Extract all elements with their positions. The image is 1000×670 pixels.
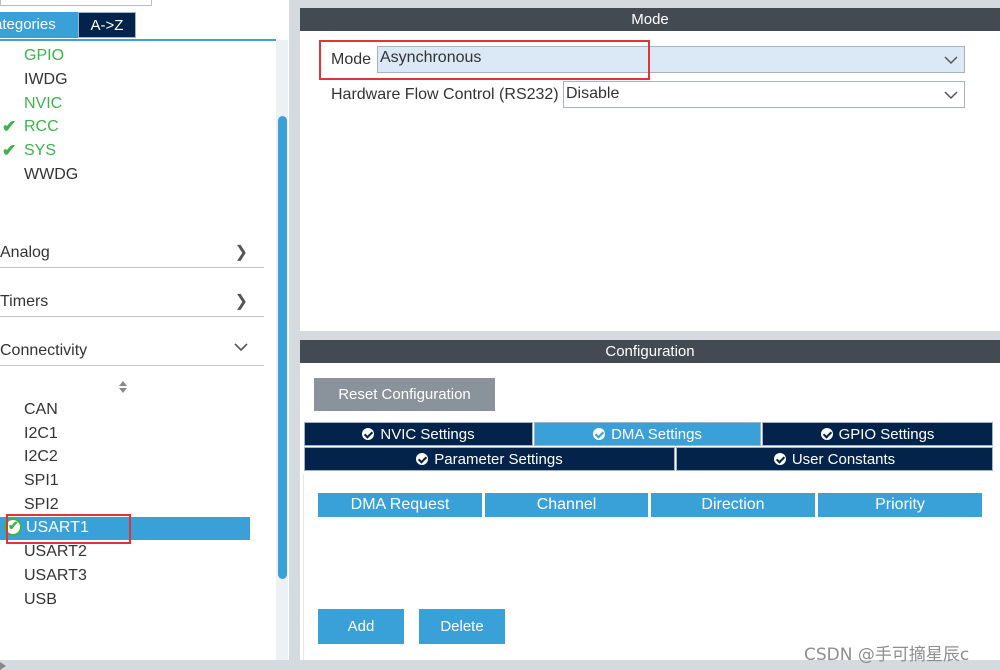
configuration-section-title: Configuration <box>300 340 1000 363</box>
tab-categories[interactable]: ategories <box>0 12 78 38</box>
highlight-box <box>6 514 131 544</box>
check-icon: ✔ <box>2 141 17 160</box>
check-circle-icon <box>416 453 429 465</box>
tab-label: Parameter Settings <box>434 451 563 468</box>
tab-a-z[interactable]: A->Z <box>78 12 136 38</box>
category-label: Timers <box>0 293 49 310</box>
column-header-dma-request[interactable]: DMA Request <box>318 493 482 517</box>
delete-button[interactable]: Delete <box>419 609 505 644</box>
divider <box>0 316 264 317</box>
tree-item-sys[interactable]: SYS <box>24 140 56 162</box>
tree-item-gpio[interactable]: GPIO <box>24 45 64 67</box>
search-field[interactable] <box>0 0 152 6</box>
tab-dma-settings[interactable]: DMA Settings <box>534 422 761 446</box>
highlight-box <box>319 40 650 80</box>
panel-gap <box>300 0 1000 8</box>
scroll-left-icon[interactable] <box>0 662 6 670</box>
tab-label: DMA Settings <box>611 426 702 443</box>
tree-item-usb[interactable]: USB <box>24 589 57 611</box>
chevron-down-icon <box>944 91 958 100</box>
tree-item-rcc[interactable]: RCC <box>24 116 59 138</box>
tab-user-constants[interactable]: User Constants <box>676 447 993 471</box>
check-icon: ✔ <box>2 117 17 136</box>
mode-section-title: Mode <box>300 8 1000 31</box>
tab-gpio-settings[interactable]: GPIO Settings <box>762 422 993 446</box>
column-header-direction[interactable]: Direction <box>651 493 815 517</box>
add-button[interactable]: Add <box>318 609 404 644</box>
category-analog[interactable]: Analog ❯ <box>0 241 264 265</box>
hfc-dropdown-value: Disable <box>566 85 620 102</box>
divider <box>0 267 264 268</box>
chevron-right-icon: ❯ <box>234 244 248 261</box>
reset-configuration-button[interactable]: Reset Configuration <box>314 378 495 411</box>
hardware-flow-control-dropdown[interactable]: Disable <box>563 81 965 108</box>
scrollbar-thumb[interactable] <box>278 116 287 579</box>
column-header-priority[interactable]: Priority <box>818 493 982 517</box>
check-circle-icon <box>593 428 606 440</box>
tab-parameter-settings[interactable]: Parameter Settings <box>304 447 675 471</box>
chevron-down-icon <box>944 56 958 65</box>
tab-label: User Constants <box>791 451 896 468</box>
sort-icon[interactable] <box>117 379 129 395</box>
tree-item-i2c2[interactable]: I2C2 <box>24 446 58 468</box>
column-header-channel[interactable]: Channel <box>485 493 648 517</box>
watermark: CSDN @手可摘星辰c <box>804 645 970 665</box>
tab-nvic-settings[interactable]: NVIC Settings <box>304 422 533 446</box>
category-timers[interactable]: Timers ❯ <box>0 290 264 314</box>
tree-item-spi2[interactable]: SPI2 <box>24 494 59 516</box>
hardware-flow-control-label: Hardware Flow Control (RS232) <box>331 86 559 103</box>
tree-item-spi1[interactable]: SPI1 <box>24 470 59 492</box>
category-label: Analog <box>0 244 50 261</box>
tab-label: NVIC Settings <box>380 426 475 443</box>
check-circle-icon <box>773 453 786 465</box>
category-connectivity[interactable]: Connectivity <box>0 339 264 363</box>
panel-splitter-horizontal[interactable] <box>300 331 1000 340</box>
view-tabs: ategories A->Z <box>0 12 136 38</box>
panel-splitter[interactable] <box>289 0 300 660</box>
tree-item-can[interactable]: CAN <box>24 399 58 421</box>
tree-item-usart3[interactable]: USART3 <box>24 565 87 587</box>
check-circle-icon <box>362 428 375 440</box>
tree-item-iwdg[interactable]: IWDG <box>24 69 68 91</box>
tree-item-i2c1[interactable]: I2C1 <box>24 423 58 445</box>
chevron-down-icon <box>234 339 248 363</box>
tree-item-nvic[interactable]: NVIC <box>24 93 62 115</box>
tree-item-usart2[interactable]: USART2 <box>24 541 87 563</box>
check-circle-icon <box>820 428 833 440</box>
tab-label: GPIO Settings <box>838 426 935 443</box>
tab-underline <box>0 39 276 41</box>
chevron-right-icon: ❯ <box>234 293 248 310</box>
divider <box>0 365 264 366</box>
category-label: Connectivity <box>0 342 88 359</box>
tree-item-wwdg[interactable]: WWDG <box>24 164 78 186</box>
